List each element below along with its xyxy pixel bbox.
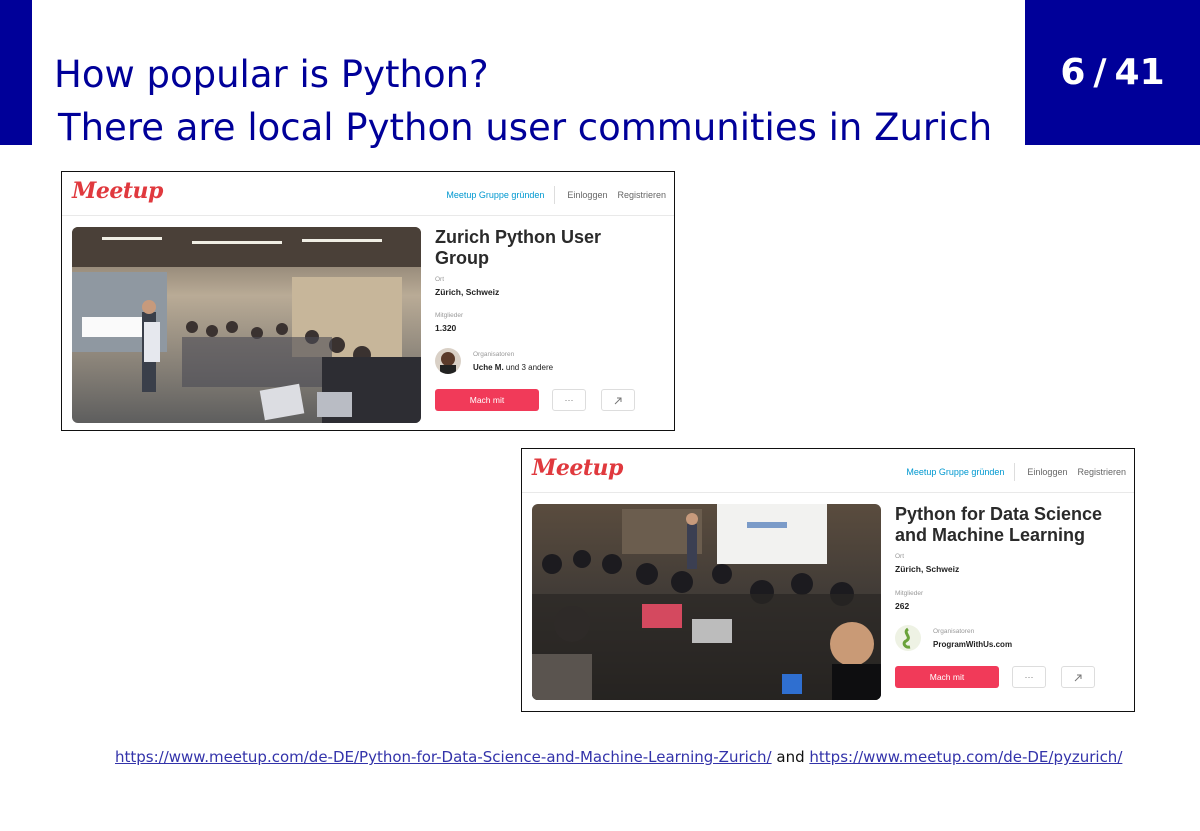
organizers-label: Organisatoren: [933, 628, 975, 635]
create-group-link[interactable]: Meetup Gruppe gründen: [446, 190, 544, 200]
slide-title: How popular is Python?: [54, 53, 489, 96]
group-name: Zurich Python User Group: [435, 227, 602, 268]
meetup-topbar: Meetup Meetup Gruppe gründen Einloggen R…: [62, 172, 674, 216]
page-total: 41: [1114, 52, 1165, 93]
register-link[interactable]: Registrieren: [1077, 467, 1126, 477]
group-photo: [532, 504, 881, 700]
page-current: 6: [1060, 52, 1086, 93]
members-count[interactable]: 1.320: [435, 323, 456, 333]
organizer-name[interactable]: ProgramWithUs.com: [933, 640, 1012, 649]
footer-conjunction: and: [776, 748, 805, 766]
group-photo: [72, 227, 421, 423]
login-link[interactable]: Einloggen: [1027, 467, 1067, 477]
members-count[interactable]: 262: [895, 601, 909, 611]
nav-divider: [554, 186, 556, 204]
login-link[interactable]: Einloggen: [567, 190, 607, 200]
join-button[interactable]: Mach mit: [435, 389, 539, 411]
share-button[interactable]: [601, 389, 635, 411]
group-name: Python for Data Science and Machine Lear…: [895, 504, 1103, 545]
link-data-science-meetup[interactable]: https://www.meetup.com/de-DE/Python-for-…: [115, 748, 772, 766]
meetup-topbar: Meetup Meetup Gruppe gründen Einloggen R…: [522, 449, 1134, 493]
organizer-name[interactable]: Uche M.: [473, 363, 504, 372]
organizers-value[interactable]: Uche M. und 3 andere: [473, 363, 553, 372]
organizers-value[interactable]: ProgramWithUs.com: [933, 640, 1012, 649]
register-link[interactable]: Registrieren: [617, 190, 666, 200]
meetup-nav: Meetup Gruppe gründen Einloggen Registri…: [906, 463, 1126, 481]
share-icon: [614, 397, 622, 404]
nav-divider: [1014, 463, 1016, 481]
more-button[interactable]: ···: [1012, 666, 1046, 688]
slide-counter: 6 / 41: [1025, 0, 1200, 145]
share-button[interactable]: [1061, 666, 1095, 688]
page-separator: /: [1093, 52, 1107, 93]
meetup-card-data-science: Meetup Meetup Gruppe gründen Einloggen R…: [521, 448, 1135, 712]
organizer-suffix: und 3 andere: [505, 363, 554, 372]
location-label: Ort: [895, 553, 905, 560]
organizers-label: Organisatoren: [473, 351, 515, 358]
location-value[interactable]: Zürich, Schweiz: [435, 287, 499, 297]
members-label: Mitglieder: [895, 590, 924, 597]
organizer-avatar[interactable]: [435, 348, 461, 374]
join-button[interactable]: Mach mit: [895, 666, 999, 688]
share-icon: [1074, 674, 1082, 681]
organizer-avatar[interactable]: [895, 625, 921, 651]
slide-subtitle: There are local Python user communities …: [58, 106, 993, 149]
location-label: Ort: [435, 276, 445, 283]
left-accent-bar: [0, 0, 32, 145]
more-button[interactable]: ···: [552, 389, 586, 411]
meetup-card-zurich-python: Meetup Meetup Gruppe gründen Einloggen R…: [61, 171, 675, 431]
meetup-logo[interactable]: Meetup: [72, 178, 163, 204]
members-label: Mitglieder: [435, 312, 464, 319]
source-links: https://www.meetup.com/de-DE/Python-for-…: [115, 748, 1122, 766]
meetup-nav: Meetup Gruppe gründen Einloggen Registri…: [446, 186, 666, 204]
location-value[interactable]: Zürich, Schweiz: [895, 564, 959, 574]
meetup-logo[interactable]: Meetup: [532, 455, 623, 481]
create-group-link[interactable]: Meetup Gruppe gründen: [906, 467, 1004, 477]
link-pyzurich-meetup[interactable]: https://www.meetup.com/de-DE/pyzurich/: [809, 748, 1122, 766]
